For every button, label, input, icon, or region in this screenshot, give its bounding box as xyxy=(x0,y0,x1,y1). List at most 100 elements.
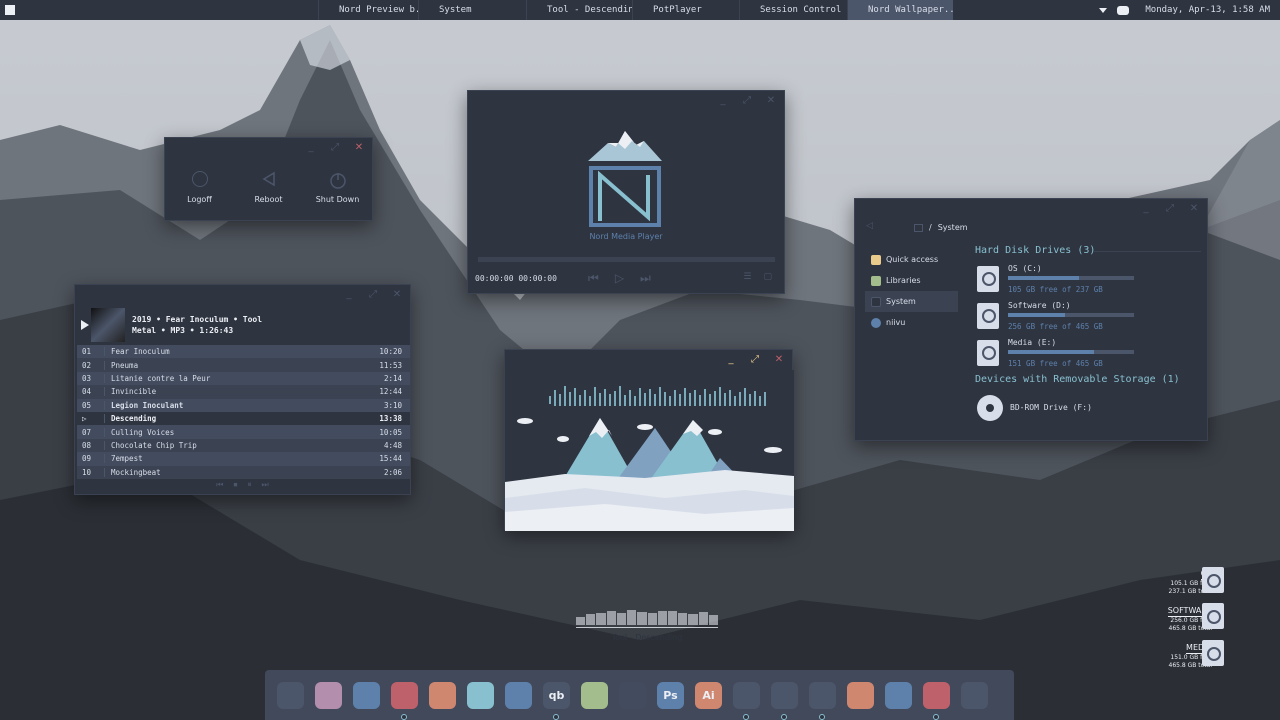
playlist-icon[interactable]: ☰ xyxy=(743,272,751,282)
drive-name: Media (E:) xyxy=(1008,338,1057,347)
play-icon[interactable] xyxy=(81,320,89,330)
sidebar-item-quick-access[interactable]: Quick access xyxy=(865,249,958,270)
discord-icon[interactable] xyxy=(1117,5,1130,15)
hard-disk-icon[interactable] xyxy=(1202,640,1224,666)
pause-button[interactable]: ⏸ xyxy=(248,480,252,490)
power-app-icon[interactable] xyxy=(923,681,950,720)
menu-icon xyxy=(5,5,15,15)
track-duration: 4:48 xyxy=(383,440,402,450)
track-row[interactable]: 09 7empest 15:44 xyxy=(77,452,410,466)
star-icon xyxy=(871,254,881,265)
track-row[interactable]: 01 Fear Inoculum 10:20 xyxy=(77,345,410,359)
close-button[interactable]: ✕ xyxy=(764,95,778,106)
clock[interactable]: Monday, Apr-13, 1:58 AM xyxy=(1145,5,1270,15)
logoff-button[interactable]: Logoff xyxy=(170,171,230,204)
sidebar-item-libraries[interactable]: Libraries xyxy=(865,270,958,291)
seek-bar[interactable] xyxy=(478,257,775,262)
track-number: 07 xyxy=(77,427,105,437)
wallpaper-artwork xyxy=(505,370,794,531)
task-item[interactable]: Session Control xyxy=(739,0,847,20)
wolf-app-icon[interactable] xyxy=(771,681,798,720)
running-indicator xyxy=(401,713,407,720)
section-title-hard-disks: Hard Disk Drives (3) xyxy=(975,245,1096,256)
paint-icon[interactable] xyxy=(619,681,646,709)
track-row-playing[interactable]: ▷ Descending 13:38 xyxy=(77,411,410,426)
minimize-button[interactable]: _ xyxy=(304,142,318,153)
qbittorrent-icon[interactable]: qb xyxy=(543,681,570,720)
track-number: 04 xyxy=(77,387,105,397)
sidebar-item-system[interactable]: System xyxy=(865,291,958,312)
window-app-icon[interactable] xyxy=(847,681,874,709)
chevron-down-icon[interactable] xyxy=(1099,7,1108,13)
task-item-active[interactable]: Nord Wallpaper... xyxy=(847,0,953,20)
track-row[interactable]: 05 Legion Inoculant 3:10 xyxy=(77,398,410,412)
sidebar-item-user[interactable]: niivu xyxy=(865,312,958,333)
minimize-button[interactable]: _ xyxy=(716,95,730,106)
hard-disk-icon[interactable] xyxy=(1202,603,1224,629)
fullscreen-icon[interactable]: ▢ xyxy=(763,272,772,282)
mixer-app-icon[interactable] xyxy=(885,681,912,709)
downloader-icon[interactable] xyxy=(581,681,608,709)
minimize-button[interactable]: _ xyxy=(1139,203,1153,214)
maximize-button[interactable]: ⤢ xyxy=(1163,203,1177,214)
hard-disk-icon[interactable] xyxy=(1202,567,1224,593)
edge-icon[interactable] xyxy=(467,681,494,709)
disk-app-icon[interactable] xyxy=(733,681,760,720)
chrome-icon[interactable] xyxy=(391,681,418,720)
discord-icon[interactable] xyxy=(505,681,532,709)
maximize-button[interactable]: ⤢ xyxy=(328,142,342,153)
maximize-button[interactable]: ⤢ xyxy=(740,95,754,106)
user-app-icon[interactable] xyxy=(315,681,342,709)
drive-item[interactable]: Software (D:) 256 GB free of 465 GB xyxy=(977,301,1197,335)
track-row[interactable]: 10 Mockingbeat 2:06 xyxy=(77,465,410,479)
task-item[interactable]: Nord Preview b... xyxy=(318,0,418,20)
stop-button[interactable]: ⏹ xyxy=(234,480,238,490)
section-title-removable: Devices with Removable Storage (1) xyxy=(975,374,1180,385)
firefox-icon[interactable] xyxy=(429,681,456,709)
maximize-button[interactable]: ⤢ xyxy=(748,354,762,365)
visualizer-bars xyxy=(576,605,719,625)
album-art xyxy=(91,308,125,342)
minimize-button[interactable]: _ xyxy=(342,289,356,300)
previous-button[interactable]: ⏮ xyxy=(216,480,223,490)
track-title: Legion Inoculant xyxy=(111,400,184,410)
track-duration: 15:44 xyxy=(379,454,402,464)
track-row[interactable]: 07 Culling Voices 10:05 xyxy=(77,425,410,439)
removable-drive-item[interactable]: BD-ROM Drive (F:) xyxy=(977,395,1197,421)
drive-item[interactable]: Media (E:) 151 GB free of 465 GB xyxy=(977,338,1197,372)
next-button[interactable]: ⏭ xyxy=(262,480,269,490)
reboot-button[interactable]: Reboot xyxy=(239,171,299,204)
video-player-icon[interactable] xyxy=(809,681,836,720)
monitor-app-icon[interactable] xyxy=(277,681,304,709)
close-button[interactable]: ✕ xyxy=(390,289,404,300)
track-row[interactable]: 03 Litanie contre la Peur 2:14 xyxy=(77,371,410,386)
task-item[interactable]: System xyxy=(418,0,526,20)
illustrator-icon[interactable]: Ai xyxy=(695,681,722,709)
window-controls: _ ⤢ ✕ xyxy=(304,142,366,153)
maximize-button[interactable]: ⤢ xyxy=(366,289,380,300)
album-info: 2019 • Fear Inoculum • Tool xyxy=(132,315,263,324)
task-item[interactable]: Tool - Descending xyxy=(526,0,632,20)
drive-item[interactable]: OS (C:) 105 GB free of 237 GB xyxy=(977,264,1197,298)
breadcrumb[interactable]: / System xyxy=(914,223,968,232)
back-button[interactable]: ◁ xyxy=(866,221,873,231)
track-row[interactable]: 04 Invincible 12:44 xyxy=(77,385,410,399)
photoshop-icon[interactable]: Ps xyxy=(657,681,684,709)
music-controls: ⏮ ⏹ ⏸ ⏭ xyxy=(75,480,410,490)
file-manager-icon[interactable] xyxy=(353,681,380,709)
reboot-label: Reboot xyxy=(254,195,283,204)
close-button[interactable]: ✕ xyxy=(1187,203,1201,214)
previous-button[interactable]: ⏮ xyxy=(588,271,599,286)
task-item[interactable]: PotPlayer xyxy=(632,0,739,20)
next-button[interactable]: ⏭ xyxy=(640,271,651,286)
trash-icon[interactable] xyxy=(961,681,988,709)
close-button[interactable]: ✕ xyxy=(352,142,366,153)
dock-item-label: Ps xyxy=(663,688,678,702)
track-row[interactable]: 08 Chocolate Chip Trip 4:48 xyxy=(77,438,410,453)
play-button[interactable]: ▷ xyxy=(615,271,624,286)
minimize-button[interactable]: _ xyxy=(724,354,738,365)
track-row[interactable]: 02 Pneuma 11:53 xyxy=(77,358,410,372)
start-menu-button[interactable] xyxy=(0,0,20,20)
shutdown-button[interactable]: Shut Down xyxy=(308,171,368,204)
close-button[interactable]: ✕ xyxy=(772,354,786,365)
